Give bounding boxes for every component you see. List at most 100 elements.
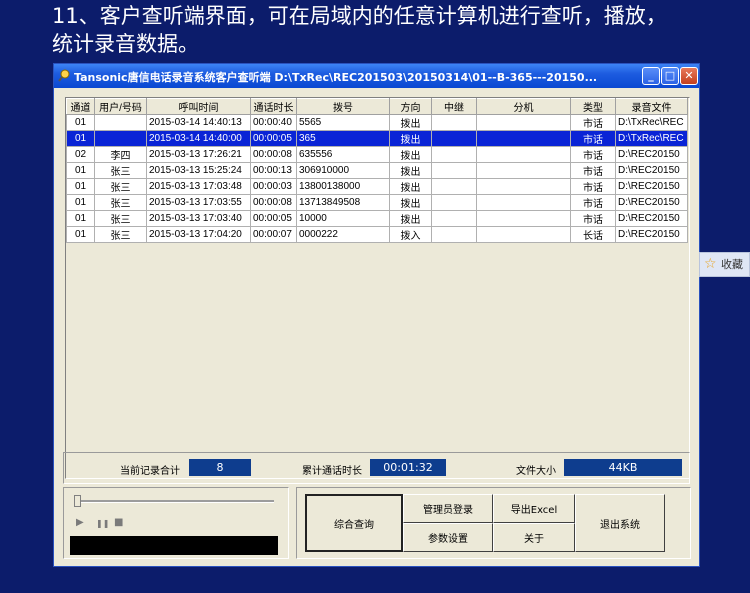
playback-display xyxy=(70,536,278,555)
table-cell: 拨出 xyxy=(389,130,432,147)
admin-login-button[interactable]: 管理员登录 xyxy=(403,494,493,523)
column-header[interactable]: 通话时长 xyxy=(250,98,297,115)
playback-slider-thumb[interactable] xyxy=(74,495,81,507)
table-cell: 13713849508 xyxy=(296,194,390,211)
table-cell: 02 xyxy=(66,146,95,163)
heading-line-1: 11、客户查听端界面，可在局域内的任意计算机进行查听，播放， xyxy=(52,4,667,28)
table-cell: 00:00:13 xyxy=(250,162,297,179)
table-row[interactable]: 01 张三 2015-03-13 17:03:40 00:00:05 10000 拨出 市话… xyxy=(66,210,688,227)
table-cell: 市话 xyxy=(570,146,616,163)
table-cell: 10000 xyxy=(296,210,390,227)
total-duration-value: 00:01:32 xyxy=(370,459,446,476)
table-cell: 00:00:07 xyxy=(250,226,297,243)
table-cell: D:\REC20150 xyxy=(615,194,688,211)
heading-line-2: 统计录音数据。 xyxy=(52,32,199,56)
table-cell xyxy=(476,210,571,227)
table-cell xyxy=(94,114,147,131)
table-cell: 市话 xyxy=(570,114,616,131)
table-cell xyxy=(476,146,571,163)
table-cell: 01 xyxy=(66,178,95,195)
column-header[interactable]: 通道 xyxy=(66,98,95,115)
title-bar[interactable]: Tansonic唐信电话录音系统客户查听端 D:\TxRec\REC201503… xyxy=(54,64,699,88)
table-cell: 01 xyxy=(66,130,95,147)
stop-icon[interactable]: ■ xyxy=(114,517,123,528)
column-header[interactable]: 用户/号码 xyxy=(94,98,147,115)
table-cell: 拨出 xyxy=(389,210,432,227)
table-cell: 2015-03-13 17:04:20 xyxy=(146,226,251,243)
exit-button[interactable]: 退出系统 xyxy=(575,494,665,552)
table-cell: 2015-03-13 15:25:24 xyxy=(146,162,251,179)
table-cell: 李四 xyxy=(94,146,147,163)
favorite-button[interactable]: ☆ 收藏 xyxy=(699,252,750,277)
window-title: Tansonic唐信电话录音系统客户查听端 D:\TxRec\REC201503… xyxy=(74,71,598,84)
column-header[interactable]: 拨号 xyxy=(296,98,390,115)
table-cell: D:\TxRec\REC xyxy=(615,114,688,131)
table-row[interactable]: 01 张三 2015-03-13 17:04:20 00:00:07 0000222 拨入… xyxy=(66,226,688,243)
table-cell: 张三 xyxy=(94,226,147,243)
column-header[interactable]: 中继 xyxy=(431,98,477,115)
column-header[interactable]: 呼叫时间 xyxy=(146,98,251,115)
table-cell: 01 xyxy=(66,114,95,131)
table-cell: 00:00:03 xyxy=(250,178,297,195)
query-button[interactable]: 综合查询 xyxy=(305,494,403,552)
table-cell: 张三 xyxy=(94,194,147,211)
play-icon[interactable]: ▶ xyxy=(76,517,84,528)
table-cell: 13800138000 xyxy=(296,178,390,195)
table-cell xyxy=(431,226,477,243)
playback-track[interactable] xyxy=(74,500,274,503)
table-cell: 2015-03-13 17:03:55 xyxy=(146,194,251,211)
table-cell: D:\REC20150 xyxy=(615,178,688,195)
column-header[interactable]: 方向 xyxy=(389,98,432,115)
table-cell: 2015-03-13 17:03:48 xyxy=(146,178,251,195)
button-panel: 综合查询 管理员登录 导出Excel 参数设置 关于 退出系统 xyxy=(296,487,691,559)
table-row[interactable]: 01 张三 2015-03-13 17:03:55 00:00:08 137138495… xyxy=(66,194,688,211)
table-cell: 01 xyxy=(66,210,95,227)
table-cell: 张三 xyxy=(94,162,147,179)
table-cell: 5565 xyxy=(296,114,390,131)
export-excel-button[interactable]: 导出Excel xyxy=(493,494,575,523)
star-icon: ☆ xyxy=(704,256,717,272)
table-header-row: 通道 用户/号码 呼叫时间 通话时长 拨号 方向 中继 分机 类型 录音文件 xyxy=(66,98,688,115)
table-cell: D:\REC20150 xyxy=(615,226,688,243)
table-cell xyxy=(476,178,571,195)
table-cell: 拨出 xyxy=(389,178,432,195)
close-icon[interactable]: ✕ xyxy=(680,67,698,85)
table-cell: 市话 xyxy=(570,162,616,179)
page-heading: 11、客户查听端界面，可在局域内的任意计算机进行查听，播放， 统计录音数据。 xyxy=(52,2,742,58)
table-cell: 2015-03-14 14:40:13 xyxy=(146,114,251,131)
table-cell: 拨出 xyxy=(389,114,432,131)
param-settings-button[interactable]: 参数设置 xyxy=(403,523,493,552)
table-cell xyxy=(476,194,571,211)
table-cell: 2015-03-13 17:26:21 xyxy=(146,146,251,163)
column-header[interactable]: 分机 xyxy=(476,98,571,115)
table-cell xyxy=(431,178,477,195)
table-cell: D:\REC20150 xyxy=(615,162,688,179)
table-cell: D:\TxRec\REC xyxy=(615,130,688,147)
column-header[interactable]: 类型 xyxy=(570,98,616,115)
table-cell: 拨入 xyxy=(389,226,432,243)
table-cell xyxy=(94,130,147,147)
table-cell: 市话 xyxy=(570,210,616,227)
table-row[interactable]: 01 张三 2015-03-13 17:03:48 00:00:03 138001380… xyxy=(66,178,688,195)
table-row[interactable]: 01 2015-03-14 14:40:13 00:00:40 5565 拨出 市话 D:\… xyxy=(66,114,688,131)
maximize-icon[interactable]: □ xyxy=(661,67,679,85)
table-cell xyxy=(431,162,477,179)
player-panel: ▶ ❚❚ ■ xyxy=(63,487,289,559)
app-icon xyxy=(58,69,70,82)
table-row[interactable]: 01 张三 2015-03-13 15:25:24 00:00:13 306910000… xyxy=(66,162,688,179)
table-row[interactable]: 01 2015-03-14 14:40:00 00:00:05 365 拨出 市话 D:\T… xyxy=(66,130,688,147)
table-cell: 635556 xyxy=(296,146,390,163)
table-row[interactable]: 02 李四 2015-03-13 17:26:21 00:00:08 635556 拨出 市… xyxy=(66,146,688,163)
table-cell: 2015-03-14 14:40:00 xyxy=(146,130,251,147)
app-window: Tansonic唐信电话录音系统客户查听端 D:\TxRec\REC201503… xyxy=(53,63,700,567)
about-button[interactable]: 关于 xyxy=(493,523,575,552)
records-grid[interactable]: 通道 用户/号码 呼叫时间 通话时长 拨号 方向 中继 分机 类型 录音文件 0… xyxy=(65,97,690,479)
table-cell: 0000222 xyxy=(296,226,390,243)
table-cell xyxy=(431,194,477,211)
record-count-value: 8 xyxy=(189,459,251,476)
pause-icon[interactable]: ❚❚ xyxy=(96,519,109,528)
record-count-label: 当前记录合计 xyxy=(120,466,180,477)
table-cell: 2015-03-13 17:03:40 xyxy=(146,210,251,227)
column-header[interactable]: 录音文件 xyxy=(615,98,688,115)
minimize-icon[interactable]: _ xyxy=(642,67,660,85)
